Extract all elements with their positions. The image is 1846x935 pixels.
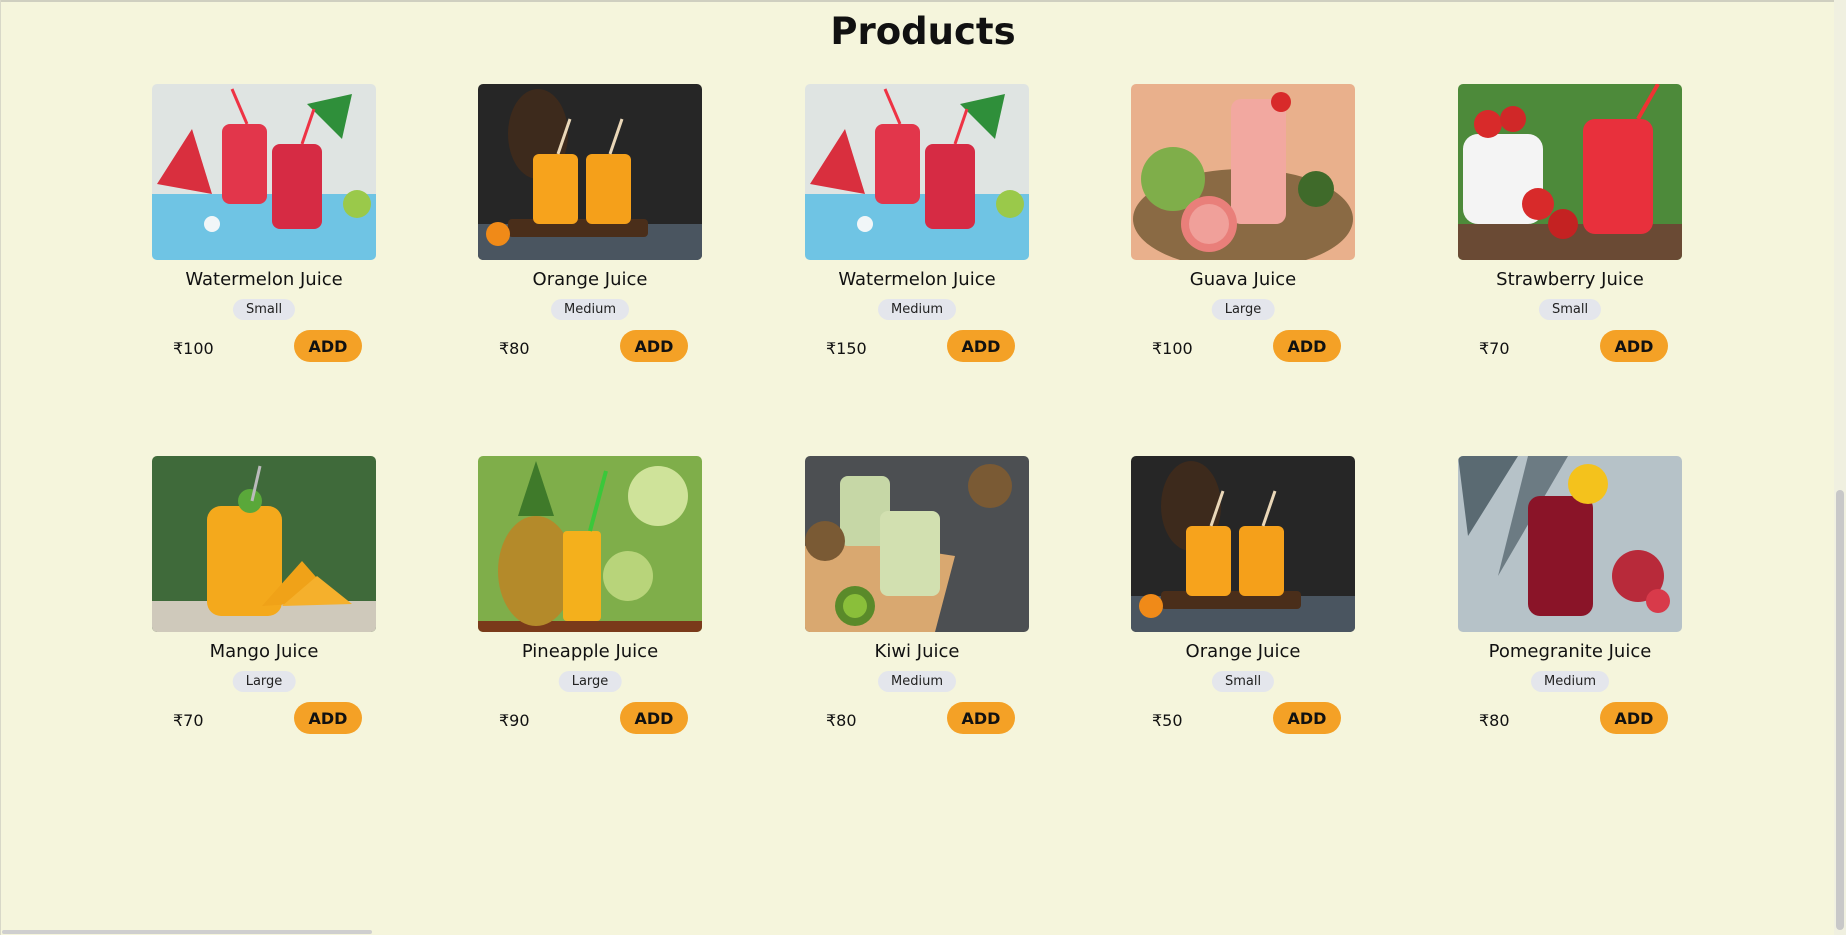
product-price: ₹90 (499, 711, 530, 730)
add-button[interactable]: ADD (294, 330, 362, 362)
add-button[interactable]: ADD (1600, 702, 1668, 734)
product-image[interactable] (805, 456, 1029, 632)
product-image[interactable] (1458, 84, 1682, 260)
product-name: Pomegranite Juice (1488, 641, 1652, 662)
product-image[interactable] (1131, 456, 1355, 632)
size-badge: Small (1538, 299, 1602, 320)
product-card: Strawberry Juice Small ₹70 ADD (1458, 84, 1682, 364)
pineapple-juice-image (478, 456, 702, 632)
size-badge: Small (232, 299, 296, 320)
add-button[interactable]: ADD (620, 330, 688, 362)
product-name: Watermelon Juice (838, 269, 996, 290)
size-badge: Medium (878, 299, 956, 320)
vertical-scrollbar[interactable] (1834, 0, 1846, 935)
product-card: Pomegranite Juice Medium ₹80 ADD (1458, 456, 1682, 736)
size-badge: Medium (551, 299, 629, 320)
size-badge: Large (1211, 299, 1275, 320)
size-badge: Medium (878, 671, 956, 692)
product-price: ₹80 (826, 711, 857, 730)
product-image[interactable] (1131, 84, 1355, 260)
product-card: Watermelon Juice Small ₹100 ADD (152, 84, 376, 364)
product-grid: Watermelon Juice Small ₹100 ADD Orange J… (0, 0, 1846, 935)
strawberry-juice-image (1458, 84, 1682, 260)
vertical-scrollbar-thumb[interactable] (1836, 490, 1844, 930)
product-card: Mango Juice Large ₹70 ADD (152, 456, 376, 736)
product-price: ₹100 (1152, 339, 1193, 358)
add-button[interactable]: ADD (1600, 330, 1668, 362)
product-name: Kiwi Juice (874, 641, 960, 662)
size-badge: Large (558, 671, 622, 692)
product-price: ₹100 (173, 339, 214, 358)
product-card: Orange Juice Medium ₹80 ADD (478, 84, 702, 364)
product-name: Guava Juice (1189, 269, 1297, 290)
add-button[interactable]: ADD (620, 702, 688, 734)
product-name: Strawberry Juice (1496, 269, 1644, 290)
size-badge: Medium (1531, 671, 1609, 692)
product-image[interactable] (1458, 456, 1682, 632)
orange-juice-image (1131, 456, 1355, 632)
product-image[interactable] (478, 456, 702, 632)
add-button[interactable]: ADD (1273, 702, 1341, 734)
orange-juice-image (478, 84, 702, 260)
product-price: ₹80 (1479, 711, 1510, 730)
product-price: ₹150 (826, 339, 867, 358)
product-name: Orange Juice (1185, 641, 1301, 662)
product-price: ₹70 (1479, 339, 1510, 358)
product-image[interactable] (152, 456, 376, 632)
mango-juice-image (152, 456, 376, 632)
product-card: Pineapple Juice Large ₹90 ADD (478, 456, 702, 736)
watermelon-juice-image (805, 84, 1029, 260)
product-card: Orange Juice Small ₹50 ADD (1131, 456, 1355, 736)
kiwi-juice-image (805, 456, 1029, 632)
product-card: Kiwi Juice Medium ₹80 ADD (805, 456, 1029, 736)
product-name: Pineapple Juice (521, 641, 659, 662)
horizontal-scrollbar-thumb[interactable] (2, 930, 372, 934)
product-image[interactable] (478, 84, 702, 260)
product-price: ₹70 (173, 711, 204, 730)
product-card: Watermelon Juice Medium ₹150 ADD (805, 84, 1029, 364)
add-button[interactable]: ADD (947, 702, 1015, 734)
product-name: Orange Juice (532, 269, 648, 290)
size-badge: Large (232, 671, 296, 692)
watermelon-juice-image (152, 84, 376, 260)
add-button[interactable]: ADD (1273, 330, 1341, 362)
product-price: ₹50 (1152, 711, 1183, 730)
product-image[interactable] (805, 84, 1029, 260)
pomegranate-juice-image (1458, 456, 1682, 632)
product-image[interactable] (152, 84, 376, 260)
size-badge: Small (1211, 671, 1275, 692)
product-name: Mango Juice (209, 641, 319, 662)
product-name: Watermelon Juice (185, 269, 343, 290)
add-button[interactable]: ADD (294, 702, 362, 734)
guava-juice-image (1131, 84, 1355, 260)
add-button[interactable]: ADD (947, 330, 1015, 362)
product-price: ₹80 (499, 339, 530, 358)
product-card: Guava Juice Large ₹100 ADD (1131, 84, 1355, 364)
